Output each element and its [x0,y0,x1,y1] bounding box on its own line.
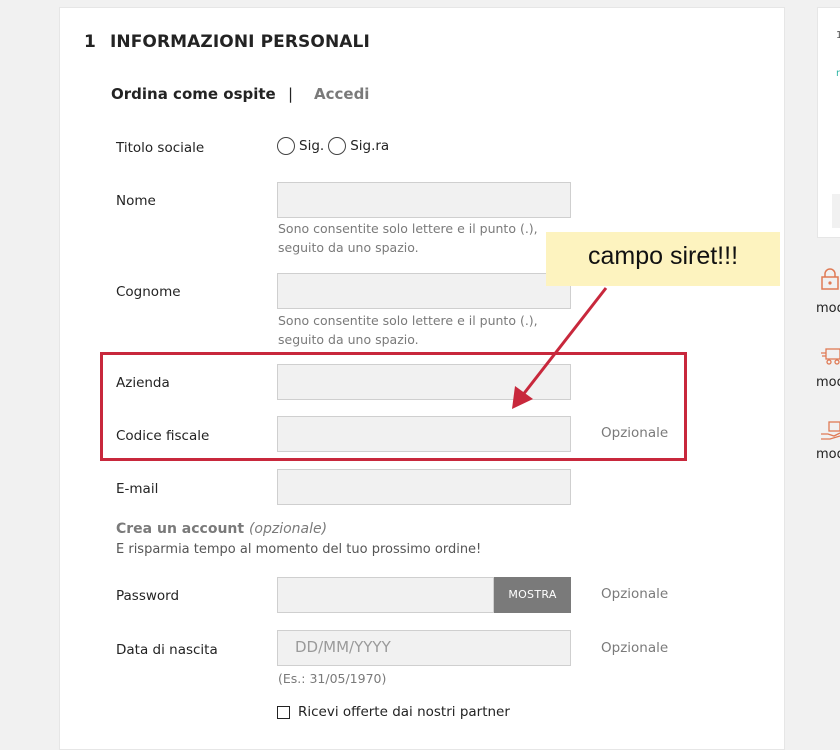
sidebar-text-1: mod [816,301,840,316]
annotation-arrow [512,287,608,409]
hand-package-icon [821,421,840,440]
truck-icon [821,348,840,365]
sidebar-text-3: mod [816,447,840,462]
lock-icon [821,268,839,290]
sidebar-text-2: mod [816,375,840,390]
